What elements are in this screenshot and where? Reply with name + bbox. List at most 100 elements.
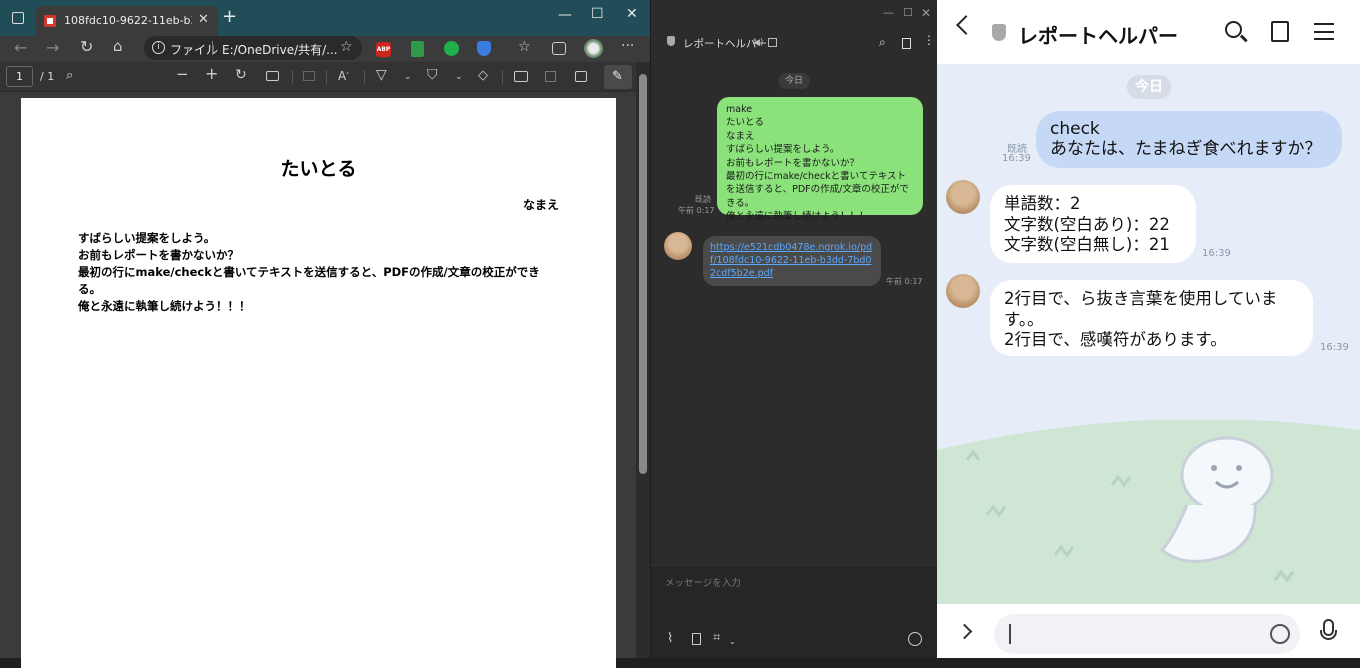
sheets-extension-icon[interactable]	[411, 41, 424, 57]
minimize-button[interactable]: —	[883, 6, 894, 20]
page-view-icon[interactable]	[303, 71, 315, 81]
browser-tab[interactable]: 108fdc10-9622-11eb-b3dd-7bd ✕	[36, 6, 218, 36]
pdf-scrollbar[interactable]	[636, 62, 650, 658]
tab-title: 108fdc10-9622-11eb-b3dd-7bd	[64, 14, 192, 27]
print-icon[interactable]	[514, 71, 528, 82]
pdf-document-area[interactable]: たいとる なまえ すばらしい提案をしよう。 お前もレポートを書かないか？ 最初の…	[0, 92, 636, 668]
back-chevron-icon[interactable]	[956, 15, 976, 35]
scheme-label: ファイル	[170, 43, 219, 57]
chat-header: レポートヘルパー ◀) ⌕ ⋮	[651, 26, 938, 62]
message-time: 16:39	[1320, 342, 1349, 353]
chevron-down-icon[interactable]: ⌄	[729, 635, 736, 648]
message-input[interactable]: メッセージを入力	[665, 575, 741, 589]
shield-extension-icon[interactable]	[477, 41, 491, 56]
message-line: 俺と永遠に執筆し続けよう！！！	[726, 211, 869, 223]
shield-icon	[992, 24, 1006, 41]
document-body-line: すばらしい提案をしよう。	[78, 231, 216, 245]
sent-message-bubble[interactable]: check あなたは、たまねぎ食べれますか？	[1036, 111, 1342, 168]
favorite-star-icon[interactable]: ☆	[340, 40, 353, 54]
reply-message-bubble[interactable]: 2行目で、ら抜き言葉を使用していま す。。 2行目で、感嘆符があります。	[990, 280, 1313, 356]
message-line: す。。	[1004, 309, 1044, 329]
zoom-in-icon[interactable]: +	[205, 66, 218, 82]
mobile-input-bar	[937, 604, 1360, 658]
erase-icon[interactable]: ◇	[478, 69, 488, 82]
chevron-down-icon[interactable]: ⌄	[404, 71, 412, 84]
zoom-out-icon[interactable]: −	[176, 67, 189, 82]
tab-close-icon[interactable]: ✕	[198, 12, 209, 27]
message-line: お前もレポートを書かないか？	[726, 157, 860, 169]
expand-chevron-icon[interactable]	[956, 623, 973, 640]
message-time: 午前 0:17	[886, 277, 923, 286]
address-bar[interactable]: i ファイル E:/OneDrive/共有/...	[144, 36, 362, 60]
rotate-icon[interactable]: ↻	[235, 68, 247, 82]
new-tab-button[interactable]: +	[222, 8, 237, 26]
highlight-icon[interactable]: ⛉	[427, 68, 438, 82]
url-text: E:/OneDrive/共有/...	[222, 43, 338, 57]
line-mobile-screen: レポートヘルパー 今日 check あなたは、たまねぎ食べれますか？ 既読 16…	[937, 0, 1360, 658]
message-line: すばらしい提案をしよう。	[726, 144, 840, 156]
draw-icon[interactable]: ▽	[376, 68, 387, 82]
emoji-icon[interactable]	[1270, 624, 1290, 644]
adblock-extension-icon[interactable]: ABP	[376, 42, 391, 57]
message-line: 最初の行にmake/checkと書いてテキストを送信すると、PDFの作成/文章の…	[726, 171, 909, 209]
pin-icon: ✎	[612, 69, 623, 84]
favorites-icon[interactable]: ☆	[518, 40, 531, 54]
edge-browser-window: 108fdc10-9622-11eb-b3dd-7bd ✕ + — ☐ ✕ ← …	[0, 0, 650, 668]
collections-icon[interactable]	[552, 42, 566, 55]
maximize-button[interactable]: ☐	[591, 7, 604, 21]
back-icon[interactable]: ←	[14, 40, 27, 56]
notes-icon[interactable]	[1271, 21, 1289, 42]
search-icon[interactable]: ⌕	[879, 36, 886, 49]
pdf-file-icon	[44, 15, 56, 27]
menu-icon-middle-line	[1314, 30, 1334, 33]
pdf-toolbar: 1 / 1 ⌕ − + ↻ Aﾞ ▽ ⌄ ⛉ ⌄ ◇ ✎	[0, 62, 650, 92]
profile-avatar[interactable]	[584, 39, 603, 58]
evernote-extension-icon[interactable]	[444, 41, 459, 56]
page-number-input[interactable]: 1	[6, 66, 33, 87]
bookmark-icon[interactable]	[692, 633, 701, 645]
message-line: 文字数(空白無し)：21	[1004, 235, 1170, 254]
message-line: check	[1050, 119, 1100, 139]
bot-avatar[interactable]	[664, 232, 692, 260]
close-window-button[interactable]: ✕	[921, 6, 931, 20]
scrollbar-thumb[interactable]	[639, 74, 647, 474]
forward-icon[interactable]: →	[46, 40, 59, 56]
chevron-down-icon[interactable]: ⌄	[455, 71, 463, 84]
refresh-icon[interactable]: ↻	[80, 39, 93, 55]
url-divider	[212, 41, 213, 55]
screenshot-icon[interactable]: ⌗	[713, 631, 720, 644]
microphone-icon-stand	[1320, 630, 1337, 640]
sent-message-bubble[interactable]: make たいとる なまえ すばらしい提案をしよう。 お前もレポートを書かないか…	[717, 97, 923, 222]
pdf-link-message[interactable]: https://e521cdb0478e.ngrok.io/pdf/108fdc…	[703, 236, 881, 286]
message-time: 午前 0:17	[678, 206, 715, 215]
document-body-line: る。	[78, 282, 101, 296]
notes-icon[interactable]	[902, 38, 911, 49]
attachment-icon[interactable]: ⌇	[667, 632, 673, 645]
bot-avatar[interactable]	[946, 180, 980, 214]
more-menu-icon[interactable]: ···	[621, 39, 634, 53]
emoji-icon[interactable]	[908, 632, 922, 646]
info-icon[interactable]: i	[152, 41, 165, 54]
message-input[interactable]	[994, 614, 1300, 654]
pin-toolbar-button[interactable]: ✎	[604, 65, 632, 89]
read-aloud-icon[interactable]: Aﾞ	[338, 70, 351, 85]
reply-message-bubble[interactable]: 単語数：2 文字数(空白あり)：22 文字数(空白無し)：21	[990, 185, 1196, 263]
save-icon[interactable]	[545, 71, 556, 82]
save-as-icon[interactable]	[575, 71, 587, 82]
close-window-button[interactable]: ✕	[626, 7, 638, 21]
pdf-page: たいとる なまえ すばらしい提案をしよう。 お前もレポートを書かないか？ 最初の…	[21, 98, 616, 668]
more-menu-icon[interactable]: ⋮	[923, 34, 935, 47]
toolbar-divider	[502, 70, 503, 84]
message-line: なまえ	[726, 130, 755, 142]
message-line: 文字数(空白あり)：22	[1004, 214, 1170, 234]
search-icon[interactable]: ⌕	[66, 69, 73, 82]
fit-page-icon[interactable]	[266, 71, 279, 81]
minimize-button[interactable]: —	[558, 8, 572, 22]
maximize-button[interactable]: ☐	[903, 6, 913, 20]
bot-avatar[interactable]	[946, 274, 980, 308]
chat-title: レポートヘルパー	[1018, 24, 1178, 48]
document-body-line: 俺と永遠に執筆し続けよう！！！	[78, 299, 251, 313]
popout-icon[interactable]	[768, 38, 777, 47]
home-icon[interactable]: ⌂	[113, 39, 123, 54]
tab-actions-icon[interactable]	[12, 12, 24, 24]
